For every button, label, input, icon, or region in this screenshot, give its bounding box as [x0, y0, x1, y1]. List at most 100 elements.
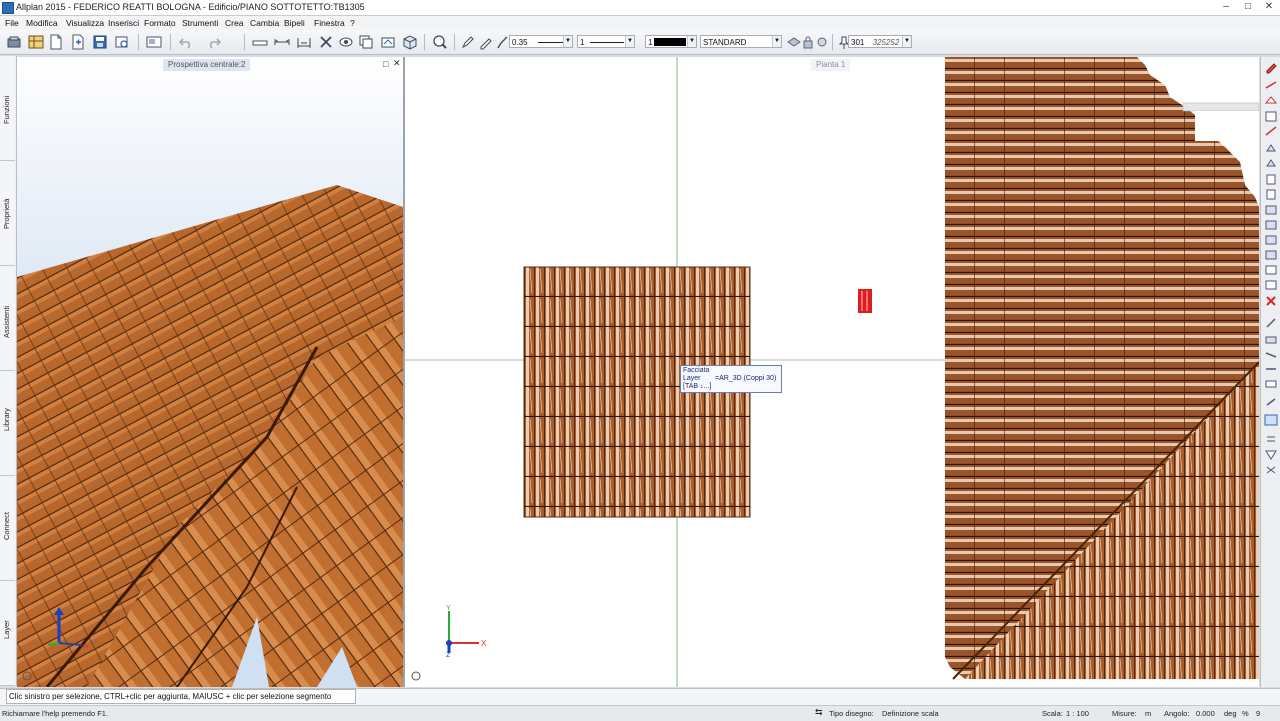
hide-show-icon[interactable] — [338, 34, 354, 50]
menu-bar: File Modifica Visualizza Inserisci Forma… — [0, 16, 1280, 30]
tab-funzioni-label: Funzioni — [2, 95, 11, 124]
chevron-down-icon[interactable]: ▼ — [687, 36, 696, 47]
tab-connect-label: Connect — [2, 512, 11, 540]
palette-tabs: Funzioni Proprietà Assistenti Library Co… — [0, 56, 17, 686]
viewport-plan-title: Pianta 1 — [811, 59, 851, 71]
scale-label: Scala: — [1042, 709, 1063, 718]
tab-proprieta[interactable]: Proprietà — [0, 161, 15, 266]
units-label: Misure: — [1112, 709, 1137, 718]
tab-proprieta-label: Proprietà — [2, 198, 11, 229]
units-value[interactable]: m — [1145, 709, 1151, 718]
element-info-tooltip: Facciata Layer =AR_3D (Coppi 30) [TAB ↓.… — [680, 365, 782, 393]
redo-icon[interactable] — [206, 34, 222, 50]
axis-x-label: X — [481, 639, 487, 648]
menu-finestra[interactable]: Finestra — [314, 18, 345, 28]
tab-library-label: Library — [2, 408, 11, 431]
menu-modifica[interactable]: Modifica — [26, 18, 58, 28]
plan-drawing — [405, 57, 1259, 687]
drawing-type-icon[interactable]: ⇆ — [815, 707, 823, 718]
transform-icon[interactable] — [380, 34, 396, 50]
tab-layer[interactable]: Layer — [0, 581, 15, 686]
dimension-line-icon[interactable] — [296, 34, 312, 50]
scale-value[interactable]: 1 : 100 — [1066, 709, 1089, 718]
chevron-down-icon[interactable]: ▼ — [902, 36, 911, 47]
resource-number-select[interactable]: 301 325252 ▼ — [848, 35, 912, 48]
angle-value[interactable]: 0.000 — [1196, 709, 1215, 718]
axis-gizmo-3d: ✕ — [47, 607, 90, 651]
title-bar: Allplan 2015 - FEDERICO REATTI BOLOGNA -… — [0, 0, 1280, 16]
color-select[interactable]: 1 ▼ — [645, 35, 697, 48]
window-title: Allplan 2015 - FEDERICO REATTI BOLOGNA -… — [16, 2, 365, 12]
menu-crea[interactable]: Crea — [225, 18, 243, 28]
zoom-tool-icon[interactable] — [432, 34, 448, 50]
tooltip-element-type: Facciata — [683, 367, 710, 374]
red-selected-object — [858, 289, 872, 313]
minimize-button[interactable]: – — [1216, 1, 1236, 13]
drawing-type-value[interactable]: Definizione scala — [882, 709, 939, 718]
close-viewport-icon[interactable]: ✕ — [393, 58, 401, 69]
pen-format-icon[interactable] — [460, 34, 476, 50]
tooltip-layer-key: Layer — [683, 375, 701, 382]
roof-3d-render — [17, 185, 403, 687]
print-preview-icon[interactable] — [114, 34, 130, 50]
maximize-viewport-icon[interactable]: □ — [383, 59, 388, 69]
allplan-app-icon — [2, 2, 14, 14]
command-prompt-bar: Clic sinistro per selezione, CTRL+clic p… — [0, 688, 1280, 705]
new-document-icon[interactable] — [48, 34, 64, 50]
wizard-icon[interactable] — [28, 34, 44, 50]
tab-connect[interactable]: Connect — [0, 476, 15, 581]
3d-view-icon[interactable] — [402, 34, 418, 50]
tab-layer-label: Layer — [2, 620, 11, 639]
axis-y-label: Y — [446, 605, 451, 612]
close-window-button[interactable]: ✕ — [1259, 1, 1279, 13]
line-type-select[interactable]: 1 ▼ — [577, 35, 635, 48]
viewport-3d-perspective[interactable]: Prospettiva centrale:2 □ ✕ ✕ — [17, 57, 405, 687]
tab-assistenti-label: Assistenti — [2, 305, 11, 338]
layer-settings-icon[interactable] — [814, 34, 830, 50]
delete-tool-icon[interactable] — [318, 34, 334, 50]
viewport-plan[interactable]: Pianta 1 Y X Z — [405, 57, 1259, 687]
tooltip-tab-hint: [TAB ↓...] — [683, 383, 712, 390]
layer-value: STANDARD — [703, 38, 747, 47]
chevron-down-icon[interactable]: ▼ — [772, 36, 781, 47]
help-hint: Richiamare l'help premendo F1. — [2, 709, 109, 718]
menu-help[interactable]: ? — [350, 18, 355, 28]
axis-gizmo-plan: Y X Z — [446, 605, 487, 657]
command-prompt-text: Clic sinistro per selezione, CTRL+clic p… — [6, 689, 356, 704]
maximize-button[interactable]: □ — [1238, 1, 1258, 13]
color-value: 1 — [648, 38, 653, 47]
menu-formato[interactable]: Formato — [144, 18, 176, 28]
pen-thickness-select[interactable]: 0.35 ▼ — [509, 35, 573, 48]
copy-tool-icon[interactable] — [358, 34, 374, 50]
pencil-format-icon[interactable] — [478, 34, 494, 50]
menu-visualizza[interactable]: Visualizza — [66, 18, 104, 28]
brush-format-icon[interactable] — [494, 34, 510, 50]
main-toolbar: 0.35 ▼ 1 ▼ 1 ▼ STANDARD ▼ 301 325252 ▼ — [0, 30, 1280, 55]
save-icon[interactable] — [92, 34, 108, 50]
drawing-type-label: Tipo disegno: — [829, 709, 874, 718]
layer-select[interactable]: STANDARD ▼ — [700, 35, 782, 48]
line-type-value: 1 — [580, 38, 585, 47]
menu-cambia[interactable]: Cambia — [250, 18, 279, 28]
undo-icon[interactable] — [178, 34, 194, 50]
measure-distance-icon[interactable] — [274, 34, 290, 50]
chevron-down-icon[interactable]: ▼ — [625, 36, 634, 47]
line-type-preview — [590, 42, 624, 43]
angle-label: Angolo: — [1164, 709, 1190, 718]
menu-inserisci[interactable]: Inserisci — [108, 18, 139, 28]
chevron-down-icon[interactable]: ▼ — [563, 36, 572, 47]
percent-indicator: % — [1242, 709, 1249, 718]
tab-library[interactable]: Library — [0, 371, 15, 476]
angle-unit[interactable]: deg — [1224, 709, 1237, 718]
resource-number-extra: 325252 — [872, 38, 900, 47]
line-tool-icon[interactable] — [252, 34, 268, 50]
menu-bipeli[interactable]: Bipeli — [284, 18, 305, 28]
viewport-3d-title: Prospettiva centrale:2 — [163, 59, 251, 71]
add-document-icon[interactable] — [70, 34, 86, 50]
menu-strumenti[interactable]: Strumenti — [182, 18, 218, 28]
menu-file[interactable]: File — [5, 18, 19, 28]
tab-assistenti[interactable]: Assistenti — [0, 266, 15, 371]
layout-plot-icon[interactable] — [146, 34, 162, 50]
open-project-icon[interactable] — [6, 34, 22, 50]
tab-funzioni[interactable]: Funzioni — [0, 56, 15, 161]
